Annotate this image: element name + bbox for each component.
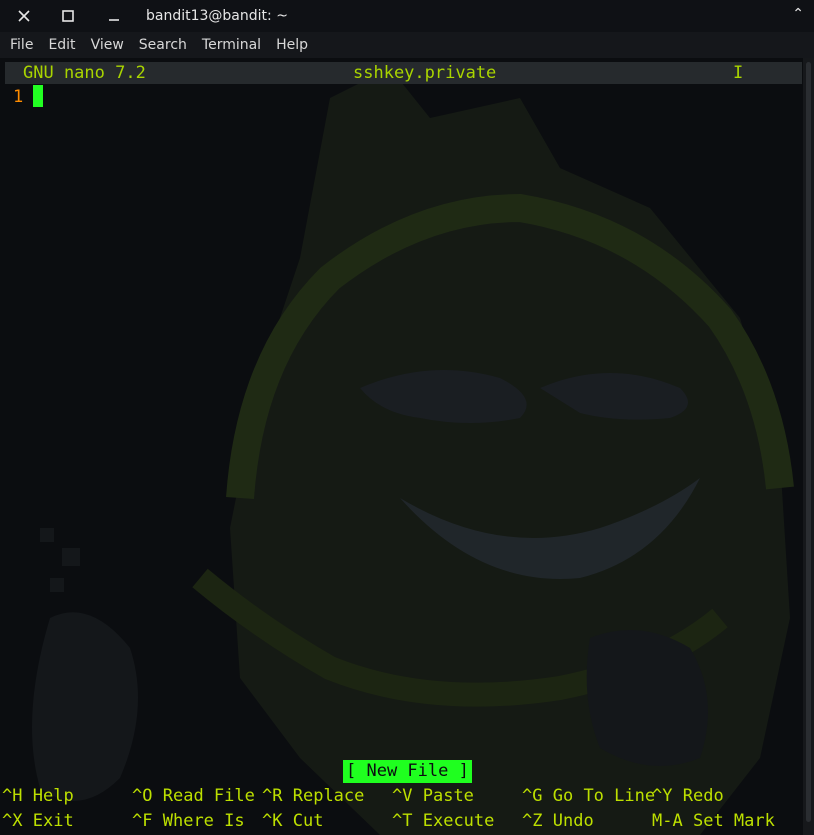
close-icon — [18, 10, 30, 22]
shortcut-read-file[interactable]: ^O Read File — [132, 786, 255, 806]
shortcut-where-is[interactable]: ^F Where Is — [132, 811, 245, 831]
scrollbar-thumb[interactable] — [806, 62, 811, 822]
maximize-icon — [62, 10, 74, 22]
shortcut-redo[interactable]: ^Y Redo — [652, 786, 724, 806]
shortcut-execute[interactable]: ^T Execute — [392, 811, 494, 831]
terminal-scrollbar[interactable] — [803, 58, 814, 835]
close-button[interactable] — [8, 0, 40, 32]
nano-version: GNU nano 7.2 — [23, 63, 146, 83]
shortcut-go-to-line[interactable]: ^G Go To Line — [522, 786, 655, 806]
shortcut-row-1: ^H Help ^O Read File ^R Replace ^V Paste… — [2, 786, 802, 811]
window-title: bandit13@bandit: ~ — [146, 8, 288, 24]
menu-help[interactable]: Help — [271, 37, 313, 53]
shortcut-set-mark[interactable]: M-A Set Mark — [652, 811, 775, 831]
terminal-window: bandit13@bandit: ~ ⌃ File Edit View Sear… — [0, 0, 814, 835]
minimize-button[interactable] — [98, 0, 130, 32]
nano-title-bar: GNU nano 7.2 sshkey.private I — [5, 62, 802, 84]
maximize-button[interactable] — [52, 0, 84, 32]
shortcut-undo[interactable]: ^Z Undo — [522, 811, 594, 831]
menu-view[interactable]: View — [86, 37, 129, 53]
file-name: sshkey.private — [353, 63, 497, 83]
shortcut-row-2: ^X Exit ^F Where Is ^K Cut ^T Execute ^Z… — [2, 811, 802, 835]
modified-indicator: I — [733, 63, 744, 83]
menu-file[interactable]: File — [5, 37, 38, 53]
shortcut-replace[interactable]: ^R Replace — [262, 786, 364, 806]
line-number: 1 — [13, 87, 24, 107]
menu-terminal[interactable]: Terminal — [197, 37, 266, 53]
text-cursor[interactable] — [33, 85, 43, 107]
shortcut-cut[interactable]: ^K Cut — [262, 811, 323, 831]
shortcut-paste[interactable]: ^V Paste — [392, 786, 474, 806]
menu-bar: File Edit View Search Terminal Help — [0, 32, 814, 58]
terminal-area[interactable]: GNU nano 7.2 sshkey.private I 1 [ New Fi… — [0, 58, 803, 835]
window-menu-button[interactable]: ⌃ — [792, 6, 804, 22]
background-hacker-art — [32, 68, 794, 835]
shortcut-exit[interactable]: ^X Exit — [2, 811, 74, 831]
menu-search[interactable]: Search — [134, 37, 192, 53]
title-bar: bandit13@bandit: ~ ⌃ — [0, 0, 814, 32]
shortcut-list: ^H Help ^O Read File ^R Replace ^V Paste… — [2, 786, 802, 835]
menu-edit[interactable]: Edit — [43, 37, 80, 53]
minimize-icon — [109, 19, 119, 21]
shortcut-help[interactable]: ^H Help — [2, 786, 74, 806]
status-message: [ New File ] — [343, 760, 472, 783]
